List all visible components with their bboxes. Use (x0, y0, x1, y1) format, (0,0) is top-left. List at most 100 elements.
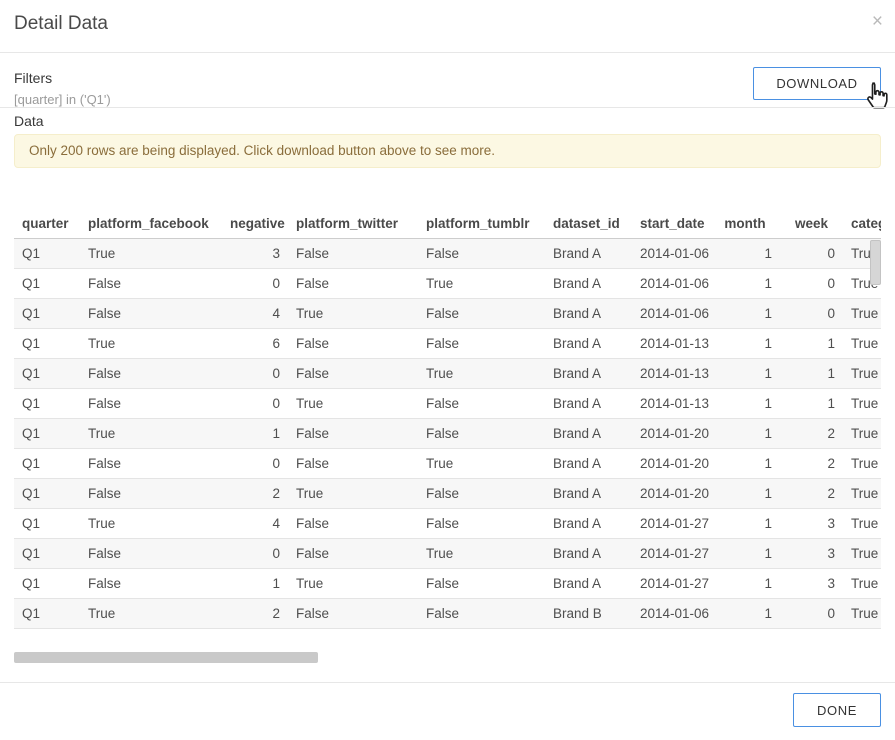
table-cell: Q1 (14, 418, 80, 448)
table-row: Q1True6FalseFalseBrand A2014-01-1311True (14, 328, 881, 358)
column-header-negative: negative (222, 210, 288, 238)
table-cell: True (843, 328, 881, 358)
table-cell: 2 (780, 448, 843, 478)
table-cell: 1 (222, 568, 288, 598)
table-cell: True (843, 478, 881, 508)
close-icon[interactable]: × (872, 12, 883, 31)
data-section-label: Data (14, 113, 44, 129)
table-cell: False (418, 238, 545, 268)
table-row: Q1False4TrueFalseBrand A2014-01-0610True (14, 298, 881, 328)
table-cell: 3 (780, 508, 843, 538)
table-cell: False (418, 388, 545, 418)
table-cell: 2 (780, 478, 843, 508)
table-cell: 2014-01-13 (632, 328, 710, 358)
data-table: quarterplatform_facebooknegativeplatform… (14, 210, 881, 629)
table-cell: True (80, 508, 222, 538)
table-cell: False (80, 298, 222, 328)
table-cell: 2 (780, 418, 843, 448)
table-row: Q1False0FalseTrueBrand A2014-01-1311True (14, 358, 881, 388)
data-table-container: quarterplatform_facebooknegativeplatform… (14, 210, 881, 643)
table-row: Q1False0FalseTrueBrand A2014-01-2713True (14, 538, 881, 568)
table-cell: 2014-01-13 (632, 358, 710, 388)
table-cell: Brand A (545, 388, 632, 418)
table-cell: False (80, 388, 222, 418)
table-cell: 2014-01-27 (632, 508, 710, 538)
table-cell: 1 (710, 388, 780, 418)
column-header-platform_twitter: platform_twitter (288, 210, 418, 238)
table-cell: False (80, 568, 222, 598)
table-cell: 1 (780, 358, 843, 388)
table-cell: 0 (222, 268, 288, 298)
table-cell: True (418, 538, 545, 568)
table-cell: True (288, 388, 418, 418)
table-cell: 1 (710, 598, 780, 628)
table-cell: 1 (710, 418, 780, 448)
table-cell: 1 (710, 508, 780, 538)
table-cell: 3 (780, 538, 843, 568)
table-cell: False (418, 478, 545, 508)
table-cell: 2014-01-06 (632, 298, 710, 328)
table-cell: Q1 (14, 298, 80, 328)
table-cell: Q1 (14, 238, 80, 268)
done-button[interactable]: DONE (793, 693, 881, 727)
table-row: Q1False2TrueFalseBrand A2014-01-2012True (14, 478, 881, 508)
table-cell: Q1 (14, 268, 80, 298)
table-cell: 1 (710, 568, 780, 598)
table-row: Q1False0TrueFalseBrand A2014-01-1311True (14, 388, 881, 418)
table-cell: 1 (710, 358, 780, 388)
table-cell: True (843, 508, 881, 538)
footer-divider (0, 682, 895, 683)
table-cell: True (418, 268, 545, 298)
table-cell: 1 (710, 298, 780, 328)
table-cell: False (288, 598, 418, 628)
table-cell: False (80, 448, 222, 478)
table-cell: 1 (222, 418, 288, 448)
table-cell: False (80, 478, 222, 508)
horizontal-scrollbar-thumb[interactable] (14, 652, 318, 663)
table-cell: Q1 (14, 568, 80, 598)
filter-expression: [quarter] in ('Q1') (14, 92, 111, 107)
table-cell: Brand A (545, 448, 632, 478)
table-cell: 1 (710, 478, 780, 508)
table-cell: 3 (780, 568, 843, 598)
table-cell: 0 (780, 598, 843, 628)
table-cell: 2014-01-06 (632, 598, 710, 628)
column-header-week: week (780, 210, 843, 238)
table-cell: True (843, 538, 881, 568)
table-cell: True (843, 358, 881, 388)
table-cell: Brand A (545, 238, 632, 268)
table-cell: Brand A (545, 508, 632, 538)
table-row: Q1False1TrueFalseBrand A2014-01-2713True (14, 568, 881, 598)
table-cell: Q1 (14, 538, 80, 568)
table-cell: False (418, 298, 545, 328)
table-cell: Q1 (14, 328, 80, 358)
table-cell: False (288, 328, 418, 358)
table-cell: False (288, 448, 418, 478)
table-cell: 0 (780, 238, 843, 268)
table-cell: True (843, 598, 881, 628)
table-row: Q1False0FalseTrueBrand A2014-01-0610True (14, 268, 881, 298)
table-cell: 1 (710, 448, 780, 478)
table-cell: True (80, 328, 222, 358)
table-cell: 1 (710, 238, 780, 268)
table-row: Q1False0FalseTrueBrand A2014-01-2012True (14, 448, 881, 478)
table-cell: 2 (222, 598, 288, 628)
table-cell: Brand A (545, 568, 632, 598)
column-header-catego: catego (843, 210, 881, 238)
table-row: Q1True1FalseFalseBrand A2014-01-2012True (14, 418, 881, 448)
table-cell: False (288, 358, 418, 388)
table-cell: 1 (710, 268, 780, 298)
vertical-scrollbar-thumb[interactable] (870, 240, 881, 285)
table-cell: 1 (710, 538, 780, 568)
table-cell: Brand A (545, 298, 632, 328)
table-cell: 2014-01-27 (632, 538, 710, 568)
table-cell: 3 (222, 238, 288, 268)
table-cell: 2 (222, 478, 288, 508)
download-button[interactable]: DOWNLOAD (753, 67, 881, 100)
table-cell: 4 (222, 508, 288, 538)
table-cell: 0 (780, 298, 843, 328)
table-cell: 1 (710, 328, 780, 358)
table-row: Q1True2FalseFalseBrand B2014-01-0610True (14, 598, 881, 628)
table-cell: 6 (222, 328, 288, 358)
table-cell: 2014-01-06 (632, 238, 710, 268)
